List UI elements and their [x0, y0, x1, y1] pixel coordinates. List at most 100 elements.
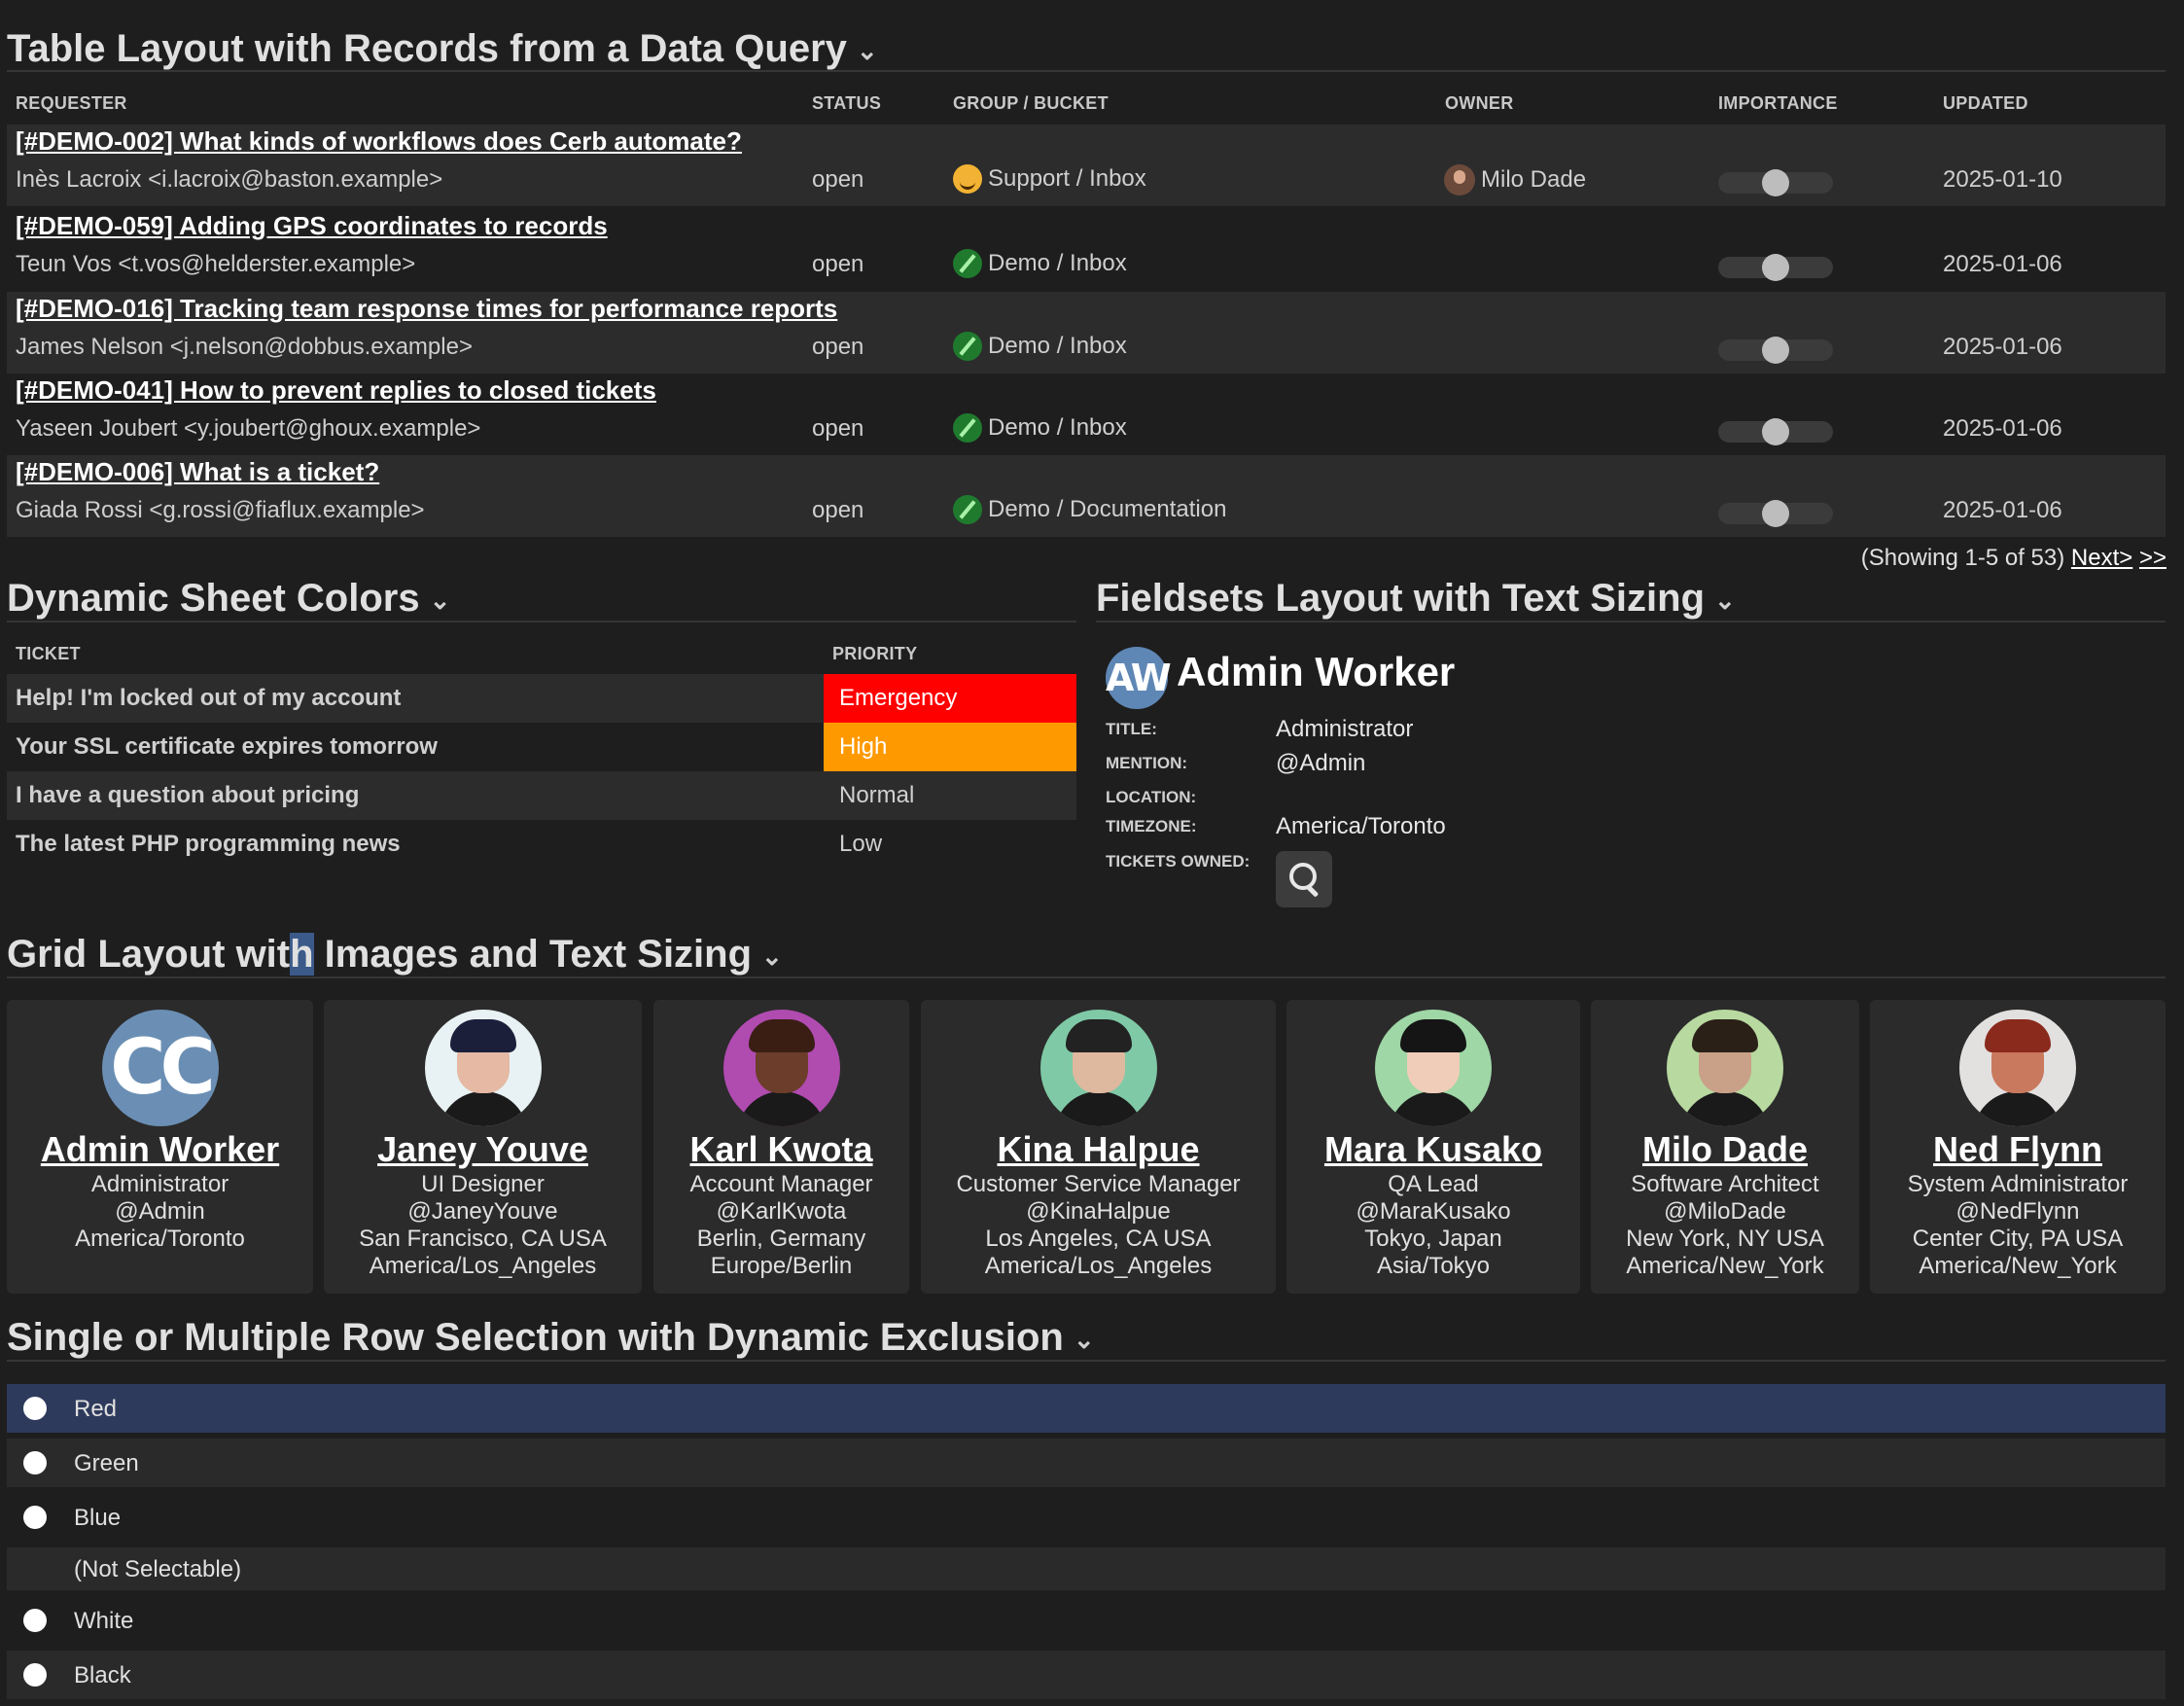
selection-row: (Not Selectable)	[7, 1547, 2166, 1590]
priority-label: Emergency	[839, 685, 958, 711]
importance-slider[interactable]	[1718, 500, 1833, 527]
radio-icon[interactable]	[23, 1451, 47, 1475]
pagination-next-link[interactable]: Next>	[2071, 545, 2132, 571]
chevron-down-icon[interactable]: ⌄	[1714, 586, 1736, 615]
importance-slider[interactable]	[1718, 418, 1833, 445]
search-button[interactable]	[1276, 851, 1332, 907]
profile-name-link[interactable]: Mara Kusako	[1286, 1128, 1580, 1171]
profile-name-link[interactable]: Kina Halpue	[921, 1128, 1276, 1171]
profile-card: Mara Kusako QA Lead @MaraKusako Tokyo, Japa…	[1286, 1000, 1580, 1294]
profile-detail: Account Manager	[689, 1171, 873, 1197]
field-label: Tickets Owned:	[1106, 852, 1251, 871]
section-title-fieldsets[interactable]: Fieldsets Layout with Text Sizing ⌄	[1096, 575, 1736, 623]
selection-row[interactable]: Red	[7, 1384, 2166, 1433]
section-title-table-layout[interactable]: Table Layout with Records from a Data Qu…	[7, 25, 878, 74]
ticket-cell: Your SSL certificate expires tomorrow	[16, 733, 438, 760]
selection-row[interactable]: Green	[7, 1439, 2166, 1487]
importance-slider[interactable]	[1718, 337, 1833, 364]
slider-handle[interactable]	[1762, 254, 1789, 281]
updated-cell: 2025-01-06	[1943, 334, 2062, 360]
section-title-text: Single or Multiple Row Selection with Dy…	[7, 1316, 1064, 1359]
profile-detail: System Administrator	[1907, 1171, 2129, 1197]
profile-card: Kina Halpue Customer Service Manager @Kina…	[921, 1000, 1276, 1294]
avatar	[1039, 1010, 1157, 1126]
profile-name-link[interactable]: Ned Flynn	[1870, 1128, 2166, 1171]
radio-icon[interactable]	[23, 1609, 47, 1632]
group-bucket-cell[interactable]: Demo / Inbox	[953, 249, 1127, 278]
pagination-summary: (Showing 1-5 of 53)	[1860, 545, 2065, 571]
profile-name-link[interactable]: Karl Kwota	[653, 1128, 909, 1171]
profile-detail: @MaraKusako	[1356, 1198, 1511, 1225]
radio-icon[interactable]	[23, 1506, 47, 1529]
profile-name-link[interactable]: Janey Youve	[324, 1128, 642, 1171]
radio-icon[interactable]	[23, 1397, 47, 1420]
avatar: CC	[101, 1010, 219, 1126]
profile-detail: America/Los_Angeles	[984, 1253, 1213, 1279]
importance-slider[interactable]	[1718, 254, 1833, 281]
profile-detail: America/New_York	[1626, 1253, 1824, 1279]
ticket-cell: The latest PHP programming news	[16, 831, 401, 857]
pagination-last-link[interactable]: >>	[2139, 545, 2166, 571]
group-bucket-cell[interactable]: Demo / Documentation	[953, 495, 1226, 524]
importance-slider[interactable]	[1718, 169, 1833, 196]
ticket-subject-link[interactable]: [#DEMO-059] Adding GPS coordinates to re…	[16, 211, 608, 241]
profile-detail: New York, NY USA	[1626, 1226, 1824, 1252]
section-divider	[7, 621, 1076, 622]
profile-detail: Asia/Tokyo	[1376, 1253, 1491, 1279]
status-cell: open	[812, 415, 864, 442]
ticket-subject-link[interactable]: [#DEMO-006] What is a ticket?	[16, 457, 379, 487]
profile-detail: America/Toronto	[75, 1226, 245, 1252]
column-header-requester[interactable]: Requester	[16, 93, 127, 114]
profile-card: Milo Dade Software Architect @MiloDade New …	[1591, 1000, 1859, 1294]
updated-cell: 2025-01-06	[1943, 415, 2062, 442]
chevron-down-icon[interactable]: ⌄	[1074, 1325, 1095, 1354]
profile-detail: @Admin	[115, 1198, 205, 1225]
profile-detail: Software Architect	[1631, 1171, 1819, 1197]
requester-cell: Yaseen Joubert <y.joubert@ghoux.example>	[16, 415, 481, 442]
section-title-sheet-colors[interactable]: Dynamic Sheet Colors ⌄	[7, 575, 450, 623]
profile-name-link[interactable]: Milo Dade	[1591, 1128, 1859, 1171]
column-header-group-bucket[interactable]: Group / Bucket	[953, 93, 1109, 114]
selection-row[interactable]: Black	[7, 1651, 2166, 1699]
column-header-owner[interactable]: Owner	[1445, 93, 1514, 114]
slider-handle[interactable]	[1762, 418, 1789, 445]
priority-label: Low	[839, 831, 883, 857]
profile-name-link[interactable]: Admin Worker	[7, 1128, 313, 1171]
group-bucket-cell[interactable]: Support / Inbox	[953, 164, 1146, 194]
profile-card: Ned Flynn System Administrator @NedFlynn Ce…	[1870, 1000, 2166, 1294]
column-header-updated[interactable]: Updated	[1943, 93, 2028, 114]
profile-detail: @NedFlynn	[1955, 1198, 2080, 1225]
group-bucket-label: Demo / Inbox	[988, 414, 1127, 441]
section-title-row-selection[interactable]: Single or Multiple Row Selection with Dy…	[7, 1314, 1095, 1363]
avatar	[1959, 1010, 2076, 1126]
slider-handle[interactable]	[1762, 169, 1789, 196]
ticket-subject-link[interactable]: [#DEMO-016] Tracking team response times…	[16, 294, 837, 324]
selection-row[interactable]: White	[7, 1596, 2166, 1645]
ticket-subject-link[interactable]: [#DEMO-002] What kinds of workflows does…	[16, 126, 742, 157]
column-header-status[interactable]: Status	[812, 93, 881, 114]
chevron-down-icon[interactable]: ⌄	[857, 36, 878, 65]
slider-handle[interactable]	[1762, 337, 1789, 364]
status-cell: open	[812, 166, 864, 193]
chevron-down-icon[interactable]: ⌄	[761, 942, 783, 971]
column-header-importance[interactable]: Importance	[1718, 93, 1838, 114]
section-title-grid-layout[interactable]: Grid Layout with Images and Text Sizing ⌄	[7, 931, 783, 979]
requester-cell: Inès Lacroix <i.lacroix@baston.example>	[16, 166, 443, 193]
group-bucket-cell[interactable]: Demo / Inbox	[953, 413, 1127, 443]
field-value: @Admin	[1276, 750, 1366, 776]
chevron-down-icon[interactable]: ⌄	[430, 586, 451, 615]
group-bucket-cell[interactable]: Demo / Inbox	[953, 332, 1127, 361]
column-header-priority: Priority	[832, 644, 918, 663]
section-title-text: Grid Layout with Images and Text Sizing	[7, 933, 753, 976]
owner-cell[interactable]: Milo Dade	[1444, 164, 1586, 195]
radio-icon[interactable]	[23, 1663, 47, 1687]
status-cell: open	[812, 334, 864, 360]
field-label: Mention:	[1106, 754, 1188, 772]
selection-label: White	[74, 1608, 134, 1634]
selection-row[interactable]: Blue	[7, 1493, 2166, 1542]
slider-handle[interactable]	[1762, 500, 1789, 527]
ticket-subject-link[interactable]: [#DEMO-041] How to prevent replies to cl…	[16, 375, 656, 406]
avatar	[722, 1010, 840, 1126]
group-bucket-label: Demo / Inbox	[988, 333, 1127, 359]
profile-detail: Europe/Berlin	[710, 1253, 853, 1279]
